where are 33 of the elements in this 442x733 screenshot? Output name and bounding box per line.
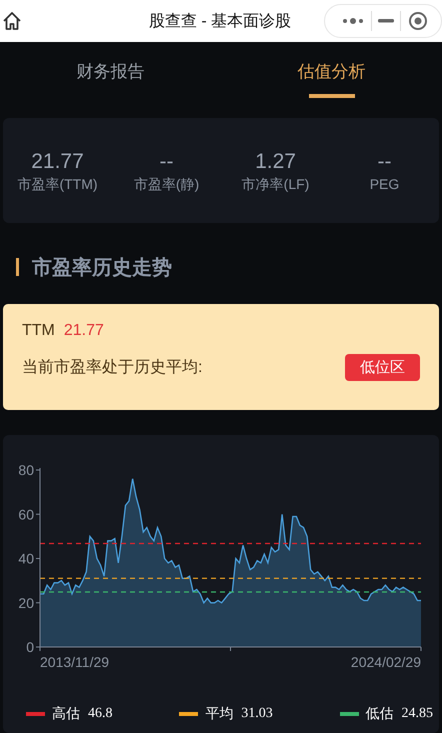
axis-label: 2024/02/29 xyxy=(350,654,421,670)
legend-label: 高估 xyxy=(52,705,80,723)
section-title: 市盈率历史走势 xyxy=(32,256,172,280)
metric-value: 1.27 xyxy=(255,148,296,174)
close-icon[interactable] xyxy=(408,11,428,31)
legend-label: 平均 xyxy=(205,705,234,723)
axis-label: 2013/11/29 xyxy=(40,654,110,670)
metric-label: PEG xyxy=(370,174,400,192)
status-text: 当前市盈率处于历史平均: xyxy=(22,358,202,378)
axis-label: 60 xyxy=(18,506,34,522)
level-badge: 低位区 xyxy=(345,354,420,381)
metric-label: 市盈率(静) xyxy=(134,174,200,192)
metric-label: 市盈率(TTM) xyxy=(17,174,98,192)
minimize-icon[interactable] xyxy=(378,19,394,23)
accent-bar xyxy=(16,258,19,276)
axis-label: 20 xyxy=(18,594,34,611)
window-title: 股查查 - 基本面诊股 xyxy=(148,12,292,32)
legend-label: 低估 xyxy=(366,705,394,723)
ttm-value: 21.77 xyxy=(64,322,104,340)
home-icon[interactable] xyxy=(2,11,22,31)
axis-label: 0 xyxy=(26,639,34,655)
metric-value: 21.77 xyxy=(31,148,84,174)
axis-label: 80 xyxy=(18,462,34,478)
metric-label: 市净率(LF) xyxy=(242,174,310,192)
tab[interactable]: 财务报告 xyxy=(0,42,221,110)
axis-label: 40 xyxy=(18,550,34,566)
legend-value: 46.8 xyxy=(88,706,112,722)
metric-value: -- xyxy=(378,148,392,174)
more-icon[interactable] xyxy=(342,17,364,25)
ttm-label: TTM xyxy=(22,322,55,340)
metric-value: -- xyxy=(160,148,174,174)
legend-value: 31.03 xyxy=(241,706,273,722)
legend-value: 24.85 xyxy=(402,706,433,722)
